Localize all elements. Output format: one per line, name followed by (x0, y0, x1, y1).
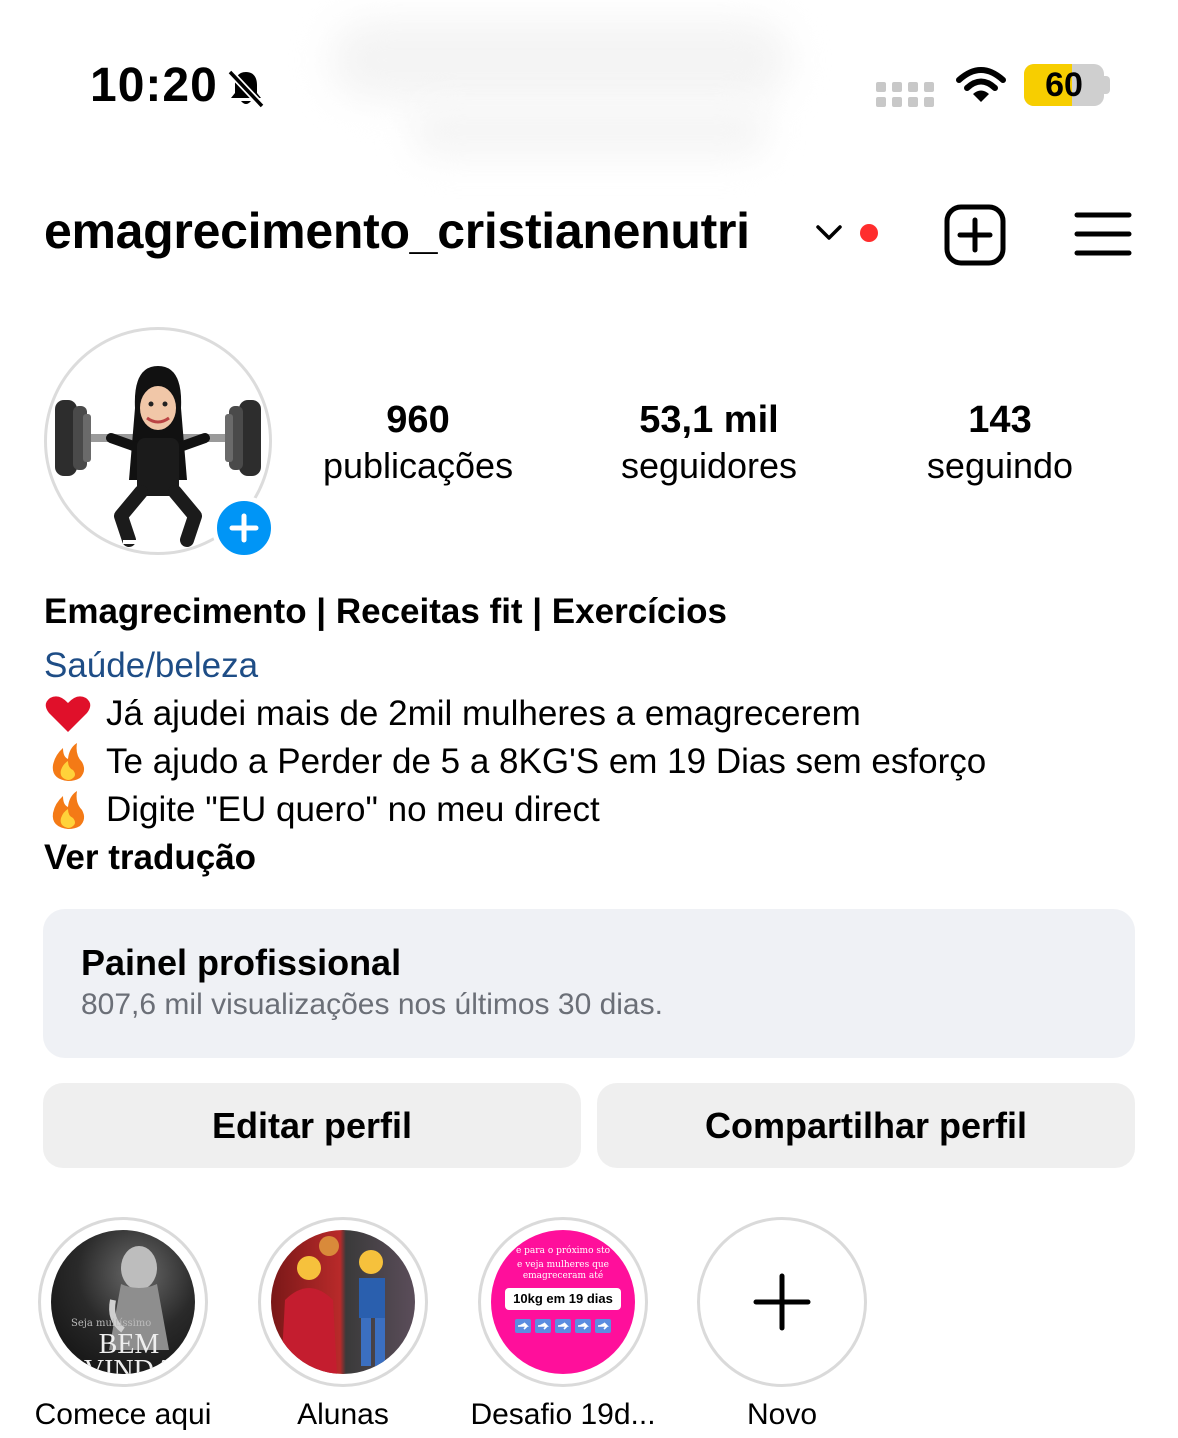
highlight-ring: e para o próximo sto e veja mulheres que… (478, 1217, 648, 1387)
edit-profile-button[interactable]: Editar perfil (43, 1083, 581, 1168)
stat-followers[interactable]: 53,1 mil seguidores (579, 398, 839, 490)
stat-posts-count: 960 (386, 399, 450, 441)
battery-tip (1104, 76, 1110, 94)
heart-icon (45, 696, 91, 732)
highlight-new[interactable] (697, 1217, 867, 1387)
stat-following-count: 143 (968, 399, 1032, 441)
highlight-cover-small-text: Seja muitíssimo (71, 1318, 152, 1329)
highlight-ring: Seja muitíssimo BEM VINDA (38, 1217, 208, 1387)
dashboard-subtitle: 807,6 mil visualizações nos últimos 30 d… (81, 988, 663, 1021)
share-profile-button[interactable]: Compartilhar perfil (597, 1083, 1135, 1168)
bio-line-2: Te ajudo a Perder de 5 a 8KG'S em 19 Dia… (44, 742, 986, 782)
bio-line-3: Digite "EU quero" no meu direct (44, 790, 600, 830)
fire-icon (52, 743, 85, 781)
bio-category[interactable]: Saúde/beleza (44, 646, 258, 686)
plus-icon (753, 1273, 811, 1331)
status-time: 10:20 (90, 59, 218, 112)
wifi-icon (956, 67, 1006, 102)
chevron-down-icon[interactable] (814, 222, 844, 244)
highlight-cover-big-text: BEM VINDA (83, 1329, 175, 1375)
highlight-ring (258, 1217, 428, 1387)
highlight-ring (697, 1217, 867, 1387)
bio-line-1-text: Já ajudei mais de 2mil mulheres a emagre… (106, 694, 861, 733)
stat-followers-count: 53,1 mil (639, 399, 779, 441)
blurred-region (410, 100, 770, 160)
highlight-cover (271, 1230, 415, 1374)
highlight-label-comece-aqui[interactable]: Comece aqui (3, 1398, 243, 1432)
create-post-icon[interactable] (944, 204, 1006, 266)
bio-line-2-text: Te ajudo a Perder de 5 a 8KG'S em 19 Dia… (106, 742, 987, 781)
plus-icon (229, 513, 259, 543)
highlight-cover-mid-text: e veja mulheres que emagreceram até (517, 1260, 609, 1281)
dashboard-title: Painel profissional (81, 942, 402, 983)
highlight-cover-badge: 10kg em 19 dias (505, 1288, 621, 1310)
stat-following[interactable]: 143 seguindo (870, 398, 1130, 490)
stat-followers-label: seguidores (620, 445, 798, 486)
profile-username[interactable]: emagrecimento_cristianenutri (44, 202, 750, 260)
highlight-label-desafio[interactable]: Desafio 19d... (443, 1398, 683, 1432)
arrow-row-icon (515, 1319, 611, 1333)
blurred-dynamic-island (330, 20, 790, 100)
highlight-label-alunas[interactable]: Alunas (223, 1398, 463, 1432)
battery-level: 60 (1045, 66, 1083, 104)
highlight-label-new[interactable]: Novo (662, 1398, 902, 1432)
bio-line-1: Já ajudei mais de 2mil mulheres a emagre… (44, 694, 861, 734)
battery-indicator: 60 (1024, 64, 1104, 106)
stat-following-label: seguindo (926, 445, 1074, 486)
cellular-signal-icon (876, 82, 934, 107)
highlight-comece-aqui[interactable]: Seja muitíssimo BEM VINDA (38, 1217, 208, 1387)
bell-muted-icon (227, 69, 265, 109)
see-translation-link[interactable]: Ver tradução (44, 838, 256, 878)
add-story-button[interactable] (212, 496, 276, 560)
bio-display-name: Emagrecimento | Receitas fit | Exercício… (44, 592, 727, 631)
notification-dot (860, 224, 878, 242)
highlight-alunas[interactable] (258, 1217, 428, 1387)
highlight-cover: Seja muitíssimo BEM VINDA (51, 1230, 195, 1374)
highlight-cover: e para o próximo sto e veja mulheres que… (491, 1230, 635, 1374)
stat-posts-label: publicações (322, 445, 514, 486)
highlight-cover-top-text: e para o próximo sto (515, 1246, 611, 1256)
stat-posts[interactable]: 960 publicações (288, 398, 548, 490)
fire-icon (52, 791, 85, 829)
students-photo-image (281, 1236, 385, 1374)
hamburger-menu-icon[interactable] (1074, 210, 1132, 258)
bio-line-3-text: Digite "EU quero" no meu direct (106, 790, 600, 829)
highlight-desafio[interactable]: e para o próximo sto e veja mulheres que… (478, 1217, 648, 1387)
